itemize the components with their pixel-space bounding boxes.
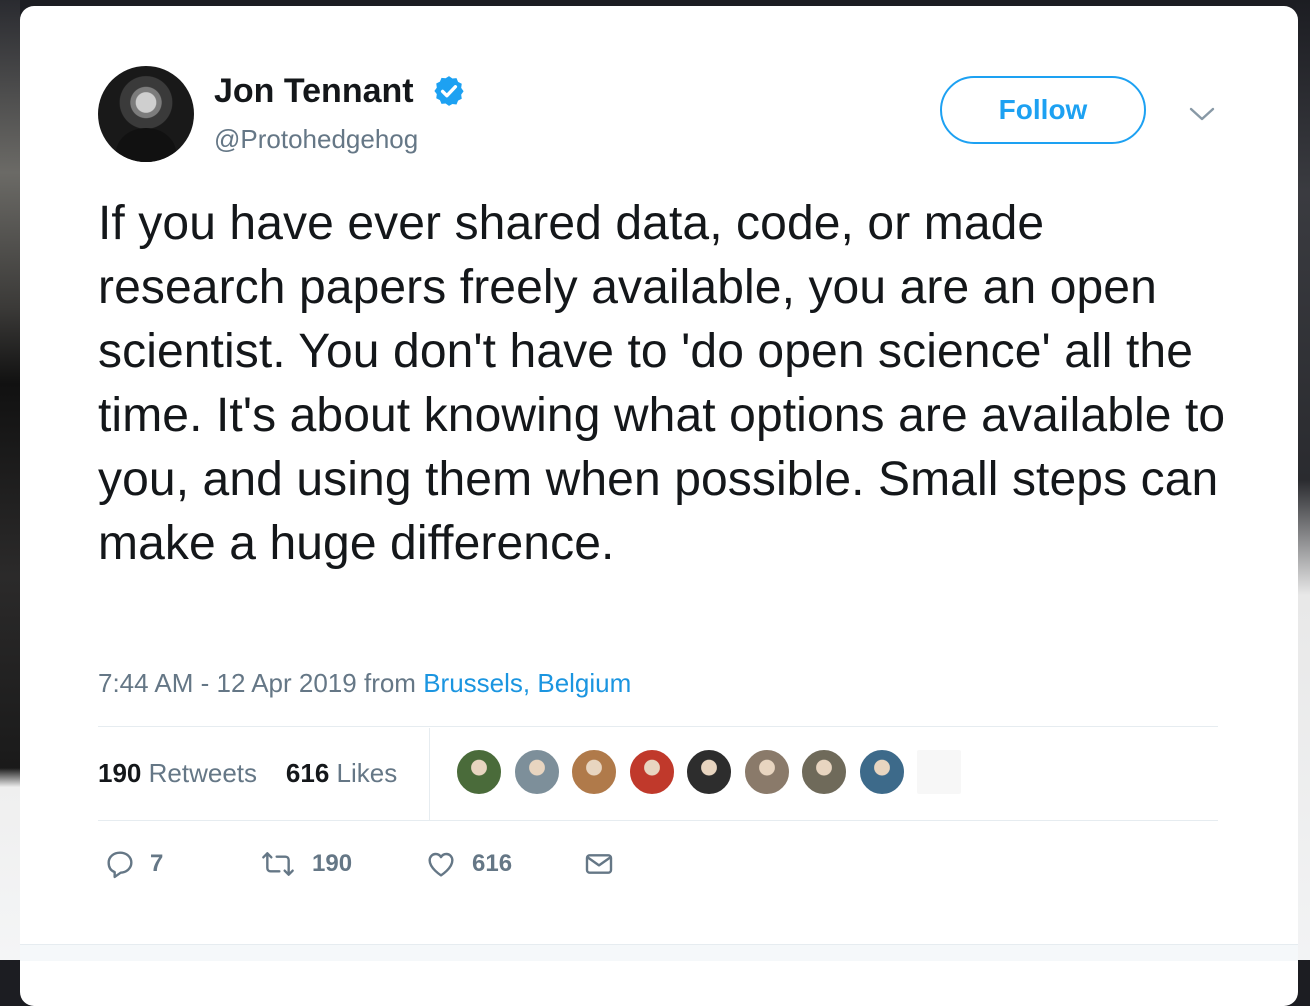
stats-divider xyxy=(429,728,430,820)
liker-avatar-6[interactable] xyxy=(742,748,791,796)
liker-avatar-8[interactable] xyxy=(857,748,906,796)
direct-message-button[interactable] xyxy=(582,848,616,880)
reply-count: 7 xyxy=(150,850,164,877)
like-count: 616 xyxy=(472,850,513,877)
liker-avatar-5[interactable] xyxy=(685,748,733,796)
liker-avatar-1[interactable] xyxy=(455,748,503,796)
heart-icon xyxy=(428,852,454,877)
liker-avatar-4[interactable] xyxy=(627,748,676,796)
likes-stat[interactable]: 616 Likes xyxy=(286,758,397,788)
reply-button[interactable]: 7 xyxy=(104,848,163,880)
author-name[interactable]: Jon Tennant xyxy=(214,72,414,111)
retweet-icon xyxy=(262,852,294,876)
liker-avatar-3[interactable] xyxy=(570,748,618,796)
like-button[interactable]: 616 xyxy=(424,848,512,880)
tweet-meta: 7:44 AM - 12 Apr 2019 from Brussels, Bel… xyxy=(98,668,631,699)
tweet-stats: 190 Retweets 616 Likes xyxy=(98,758,397,789)
envelope-icon xyxy=(585,854,613,874)
background-page-left xyxy=(0,0,20,960)
chevron-down-icon[interactable] xyxy=(1188,104,1216,124)
reply-icon xyxy=(107,851,133,879)
liker-avatar-2[interactable] xyxy=(512,748,561,796)
tweet-text: If you have ever shared data, code, or m… xyxy=(98,197,1226,570)
modal-footer xyxy=(20,944,1298,961)
divider xyxy=(98,820,1218,821)
verified-badge-icon xyxy=(434,76,464,106)
likes-label: Likes xyxy=(336,758,398,788)
retweets-count: 190 xyxy=(98,758,142,788)
likes-count: 616 xyxy=(285,758,330,788)
retweets-stat[interactable]: 190 Retweets xyxy=(98,758,257,788)
tweet-from-label: from xyxy=(363,668,416,698)
follow-button[interactable]: Follow xyxy=(940,76,1146,144)
divider xyxy=(98,726,1218,727)
retweets-label: Retweets xyxy=(148,758,258,788)
background-page-right xyxy=(1296,0,1310,960)
liker-avatar-7[interactable] xyxy=(800,748,848,796)
author-avatar[interactable] xyxy=(98,66,194,162)
tweet-timestamp[interactable]: 7:44 AM - 12 Apr 2019 xyxy=(98,668,357,698)
tweet-location[interactable]: Brussels, Belgium xyxy=(423,668,631,698)
liker-avatar-9[interactable] xyxy=(915,748,963,796)
retweet-button[interactable]: 190 xyxy=(258,848,352,880)
retweet-count: 190 xyxy=(312,850,353,877)
author-handle[interactable]: @Protohedgehog xyxy=(214,124,418,155)
